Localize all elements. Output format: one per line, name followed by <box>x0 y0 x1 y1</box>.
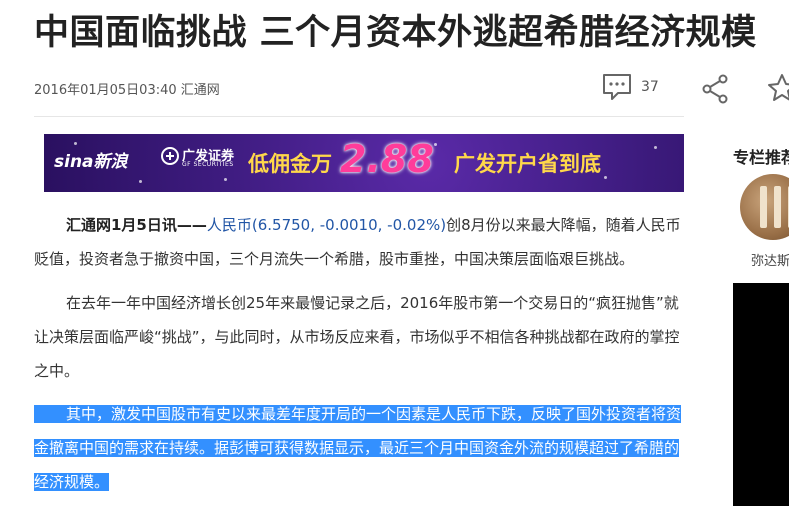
gf-logo-icon <box>161 147 179 165</box>
paragraph-3-text: 其中，激发中国股市有史以来最差年度开局的一个因素是人民币下跌，反映了国外投资者将… <box>34 405 682 491</box>
article-source[interactable]: 汇通网 <box>181 83 220 98</box>
rmb-quote-link[interactable]: 人民币(6.5750, -0.0010, -0.02%) <box>207 216 446 234</box>
article-meta: 2016年01月05日03:40 汇通网 <box>34 79 220 98</box>
star-icon[interactable] <box>767 73 789 103</box>
ad-sparkle <box>224 178 227 181</box>
dateline: 汇通网1月5日讯—— <box>66 216 207 234</box>
ad-sparkle <box>139 180 142 183</box>
ad-sparkle <box>604 176 607 179</box>
sidebar-ad-panel[interactable] <box>733 283 789 506</box>
avatar[interactable] <box>740 174 789 240</box>
ad-number: 2.88 <box>340 137 434 181</box>
paragraph-3: 其中，激发中国股市有史以来最差年度开局的一个因素是人民币下跌，反映了国外投资者将… <box>34 397 690 499</box>
gf-sub: GF SECURITIES <box>182 161 234 168</box>
ad-text-right: 广发开户省到底 <box>454 152 601 176</box>
ad-text-left: 低佣金万 <box>248 152 332 176</box>
ad-sparkle <box>434 143 437 146</box>
comment-count[interactable]: 37 <box>641 79 659 95</box>
share-icon[interactable] <box>701 74 729 104</box>
article-date: 2016年01月05日03:40 <box>34 83 177 98</box>
sidebar-title: 专栏推荐 <box>733 148 789 167</box>
paragraph-2: 在去年一年中国经济增长创25年来最慢记录之后，2016年股市第一个交易日的“疯狂… <box>34 286 690 388</box>
ad-banner[interactable]: sina新浪 广发证券 GF SECURITIES 低佣金万 2.88 广发开户… <box>44 134 684 192</box>
header-divider <box>34 116 684 117</box>
avatar-mark <box>760 186 767 228</box>
article-title: 中国面临挑战 三个月资本外逃超希腊经济规模 <box>34 13 757 53</box>
author-name[interactable]: 弥达斯 <box>751 250 789 269</box>
ad-sparkle <box>654 146 657 149</box>
paragraph-2-text: 在去年一年中国经济增长创25年来最慢记录之后，2016年股市第一个交易日的“疯狂… <box>34 294 680 380</box>
avatar-mark <box>774 186 781 228</box>
paragraph-1: 汇通网1月5日讯——人民币(6.5750, -0.0010, -0.02%)创8… <box>34 208 690 276</box>
ad-sparkle <box>74 142 77 145</box>
sina-logo: sina新浪 <box>54 152 128 172</box>
comment-icon[interactable] <box>602 73 632 101</box>
